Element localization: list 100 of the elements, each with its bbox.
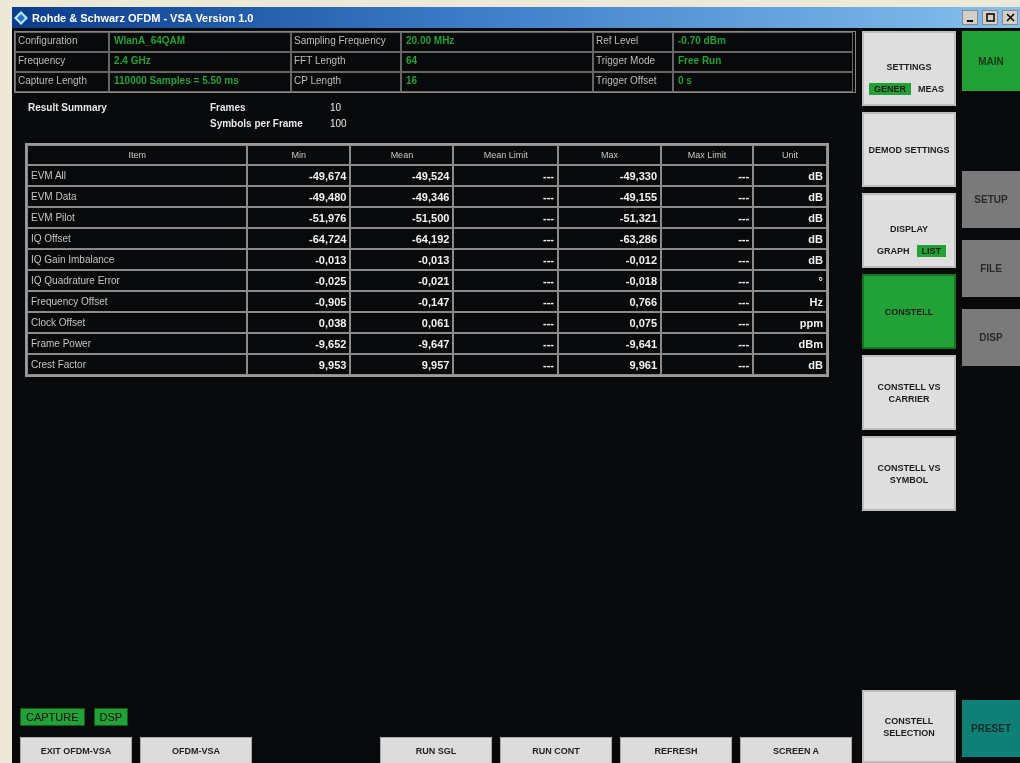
table-cell: --- [453, 165, 558, 186]
table-cell: dB [753, 186, 827, 207]
table-cell: --- [453, 312, 558, 333]
softkey-button[interactable]: CONSTELL VS CARRIER [862, 355, 956, 430]
column-header: Min [247, 145, 351, 165]
info-label: Trigger Offset [593, 72, 673, 92]
status-indicator: DSP [93, 708, 129, 726]
table-cell: 0,766 [558, 291, 662, 312]
table-cell: -51,976 [247, 207, 351, 228]
softkey-button[interactable]: CONSTELL [862, 274, 956, 349]
table-cell: -0,025 [247, 270, 351, 291]
table-cell: dB [753, 228, 827, 249]
softkey-button[interactable]: CONSTELL VS SYMBOL [862, 436, 956, 511]
info-label: Ref Level [593, 32, 673, 52]
table-cell: 9,957 [350, 354, 454, 375]
info-value: 110000 Samples = 5.50 ms [109, 72, 291, 92]
table-cell: --- [453, 249, 558, 270]
table-cell: Clock Offset [27, 312, 248, 333]
table-cell: --- [661, 312, 754, 333]
info-label: Capture Length [15, 72, 109, 92]
window-title: Rohde & Schwarz OFDM - VSA Version 1.0 [32, 11, 255, 24]
status-indicator: CAPTURE [20, 708, 85, 726]
table-cell: --- [661, 186, 754, 207]
softkey-button[interactable]: SETTINGS GENER MEAS [862, 31, 956, 106]
table-cell: 0,061 [350, 312, 454, 333]
table-cell: -0,147 [350, 291, 454, 312]
table-cell: -49,330 [558, 165, 662, 186]
info-value: 20.00 MHz [401, 32, 593, 52]
column-header: Max Limit [661, 145, 754, 165]
stat-value: 100 [330, 117, 348, 131]
info-label: FFT Length [291, 52, 401, 72]
table-cell: -9,641 [558, 333, 662, 354]
table-cell: --- [453, 354, 558, 375]
softkey-button[interactable]: REFRESH [620, 737, 732, 763]
table-cell: EVM Data [27, 186, 248, 207]
softkey-button[interactable]: OFDM-VSA [140, 737, 252, 763]
table-cell: -49,480 [247, 186, 351, 207]
table-cell: -9,647 [350, 333, 454, 354]
table-cell: IQ Gain Imbalance [27, 249, 248, 270]
table-cell: --- [453, 186, 558, 207]
softkey-button[interactable]: DEMOD SETTINGS [862, 112, 956, 187]
menu-key[interactable]: MAIN [962, 31, 1020, 91]
info-value: -0.70 dBm [673, 32, 853, 52]
table-cell: IQ Quadrature Error [27, 270, 248, 291]
table-cell: -0,905 [247, 291, 351, 312]
stat-value: 10 [330, 102, 343, 115]
table-cell: --- [661, 291, 754, 312]
table-cell: --- [453, 228, 558, 249]
softkey-button[interactable]: RUN SGL [380, 737, 492, 763]
table-cell: --- [453, 270, 558, 291]
table-cell: -0,013 [247, 249, 351, 270]
table-cell: dB [753, 207, 827, 228]
column-header: Max [558, 145, 662, 165]
table-cell: --- [453, 207, 558, 228]
column-header: Item [27, 145, 248, 165]
info-value: 64 [401, 52, 593, 72]
stat-label: Symbols per Frame [210, 117, 304, 131]
table-cell: 9,953 [247, 354, 351, 375]
table-cell: dBm [753, 333, 827, 354]
table-cell: --- [661, 165, 754, 186]
table-cell: 9,961 [558, 354, 662, 375]
toggle-option[interactable]: LIST [916, 244, 946, 257]
softkey-button[interactable]: DISPLAY GRAPH LIST [862, 193, 956, 268]
table-cell: ° [753, 270, 827, 291]
softkey-button[interactable]: RUN CONT [500, 737, 612, 763]
close-icon[interactable] [1002, 10, 1018, 25]
table-cell: IQ Offset [27, 228, 248, 249]
table-cell: -49,674 [247, 165, 351, 186]
column-header: Mean [350, 145, 454, 165]
toggle-option[interactable]: MEAS [913, 82, 949, 95]
table-cell: --- [661, 249, 754, 270]
table-cell: -0,013 [350, 249, 454, 270]
logo-icon [14, 10, 28, 25]
table-cell: EVM Pilot [27, 207, 248, 228]
info-label: Configuration [15, 32, 109, 52]
column-header: Unit [753, 145, 827, 165]
table-cell: -64,192 [350, 228, 454, 249]
table-cell: Hz [753, 291, 827, 312]
toggle-option[interactable]: GENER [869, 82, 911, 95]
toggle-option[interactable]: GRAPH [872, 244, 915, 257]
table-cell: dB [753, 165, 827, 186]
table-cell: --- [661, 270, 754, 291]
table-cell: dB [753, 249, 827, 270]
softkey-button[interactable]: EXIT OFDM-VSA [20, 737, 132, 763]
info-label: Frequency [15, 52, 109, 72]
column-header: Mean Limit [453, 145, 558, 165]
info-label: CP Length [291, 72, 401, 92]
table-cell: --- [453, 291, 558, 312]
table-cell: ppm [753, 312, 827, 333]
table-cell: Frequency Offset [27, 291, 248, 312]
minimize-icon[interactable] [962, 10, 978, 25]
info-value: 2.4 GHz [109, 52, 291, 72]
table-cell: --- [661, 228, 754, 249]
maximize-icon[interactable] [982, 10, 998, 25]
table-cell: --- [661, 354, 754, 375]
info-label: Sampling Frequency [291, 32, 401, 52]
softkey-button[interactable]: CONSTELL SELECTION [862, 690, 956, 763]
table-cell: 0,075 [558, 312, 662, 333]
info-value: WlanA_64QAM [109, 32, 291, 52]
softkey-button[interactable]: SCREEN A [740, 737, 852, 763]
